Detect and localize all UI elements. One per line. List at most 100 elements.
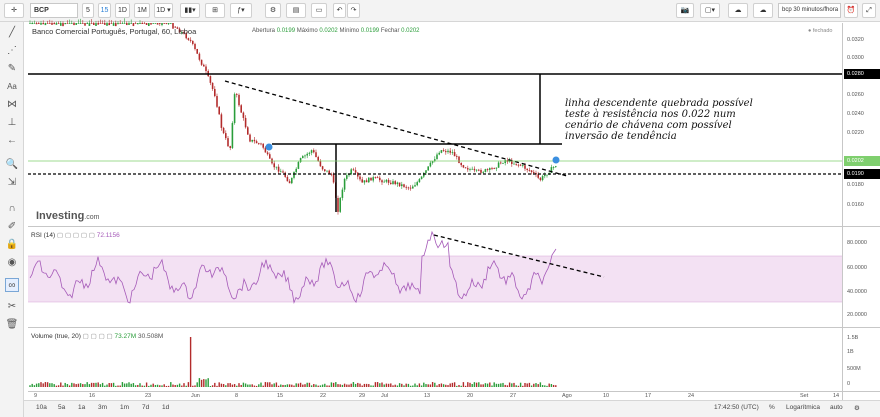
candle-body (321, 166, 324, 170)
volume-bar (387, 383, 390, 387)
volume-bar (513, 382, 515, 387)
rsi-tick: 40.0000 (847, 289, 867, 295)
date-tick: 17 (645, 393, 652, 399)
event-marker[interactable] (552, 156, 560, 164)
candle-body (154, 23, 157, 24)
candle-body (141, 23, 143, 25)
candle-body (220, 114, 223, 128)
timeframe-5a-button[interactable]: 5a (58, 404, 65, 411)
candle-body (196, 49, 198, 54)
candle-body (255, 141, 258, 144)
volume-bar (409, 385, 412, 387)
price-tick: 0.0320 (847, 37, 864, 43)
candle-body (537, 174, 539, 178)
candle-body (262, 143, 264, 148)
timeframe-1a-button[interactable]: 1a (78, 404, 85, 411)
volume-bar (497, 383, 500, 387)
candle-body (495, 167, 498, 169)
timeframe-1d-button[interactable]: 1d (162, 404, 169, 411)
candle-body (66, 23, 69, 24)
candle-body (104, 23, 106, 25)
volume-bar (524, 382, 526, 387)
volume-bar (302, 384, 304, 387)
volume-bar (121, 382, 124, 387)
candle-body (295, 168, 297, 173)
analysis-annotation[interactable]: linha descendente quebrada possível test… (565, 98, 753, 142)
date-tick: 10 (603, 393, 610, 399)
clock-readout: 17:42:50 (UTC) (714, 404, 759, 411)
candle-body (394, 181, 396, 185)
percent-toggle[interactable]: % (769, 404, 775, 411)
volume-bar (99, 384, 102, 387)
candle-body (502, 163, 504, 164)
volume-bar (192, 385, 194, 387)
auto-scale-toggle[interactable]: auto (830, 404, 843, 411)
timeframe-7d-button[interactable]: 7d (142, 404, 149, 411)
candle-body (460, 163, 462, 166)
volume-bar (126, 383, 128, 387)
volume-bar (77, 383, 80, 387)
volume-bar (328, 385, 330, 387)
volume-bar (346, 384, 348, 387)
candle-body (253, 139, 256, 142)
candle-body (99, 23, 102, 24)
timeframe-3m-button[interactable]: 3m (98, 404, 107, 411)
volume-bar (231, 384, 234, 387)
volume-tick: 1B (847, 349, 854, 355)
volume-bar (110, 383, 113, 387)
volume-bar (33, 385, 36, 387)
log-scale-toggle[interactable]: Logarítmica (786, 404, 820, 411)
ohlc-legend: Abertura 0.0199 Máximo 0.0202 Mínimo 0.0… (252, 28, 420, 34)
candle-body (38, 23, 40, 24)
volume-legend: Volume (true, 20) ▢ ▢ ▢ ▢ 73.27M 30.508M (31, 333, 164, 340)
volume-bar (438, 384, 440, 387)
volume-bar (75, 384, 77, 387)
volume-bar (139, 383, 141, 387)
candle-body (119, 23, 121, 24)
volume-bar (427, 384, 429, 387)
candle-body (497, 162, 500, 168)
candle-body (123, 23, 126, 24)
candle-body (73, 23, 75, 26)
candle-body (51, 23, 53, 25)
candle-body (363, 180, 366, 183)
candle-body (555, 166, 557, 167)
timeframe-10a-button[interactable]: 10a (36, 404, 47, 411)
candle-body (64, 23, 66, 25)
candle-body (86, 23, 88, 24)
timeframe-1m-button[interactable]: 1m (120, 404, 129, 411)
date-tick: 23 (145, 393, 152, 399)
volume-bar (255, 385, 258, 387)
settings-gear-icon[interactable]: ⚙ (854, 404, 860, 412)
volume-bar (172, 384, 174, 387)
candle-body (57, 23, 60, 24)
candle-body (229, 146, 231, 148)
candle-body (134, 23, 137, 24)
volume-bar (486, 383, 489, 387)
candle-body (517, 164, 520, 166)
high-value: 0.0202 (319, 28, 338, 34)
volume-bar (225, 385, 227, 387)
candle-body (519, 164, 522, 166)
volume-bar (550, 384, 553, 387)
candle-body (317, 157, 319, 162)
volume-bar (174, 385, 176, 387)
volume-bar (339, 384, 341, 387)
volume-bar (423, 382, 425, 387)
candle-body (337, 197, 339, 212)
price-chart[interactable] (0, 0, 880, 417)
volume-bar (71, 382, 73, 387)
candle-body (33, 23, 36, 24)
event-marker[interactable] (265, 143, 273, 151)
rsi-label: RSI (14) (31, 232, 56, 239)
volume-bar (214, 382, 216, 387)
volume-bar (82, 384, 84, 387)
volume-bar (286, 384, 289, 387)
volume-bar (546, 385, 548, 387)
candle-body (130, 23, 132, 24)
volume-bar (537, 384, 539, 387)
candle-body (231, 123, 234, 148)
volume-bar (181, 385, 183, 387)
candle-body (315, 152, 317, 158)
volume-bar (442, 384, 445, 387)
